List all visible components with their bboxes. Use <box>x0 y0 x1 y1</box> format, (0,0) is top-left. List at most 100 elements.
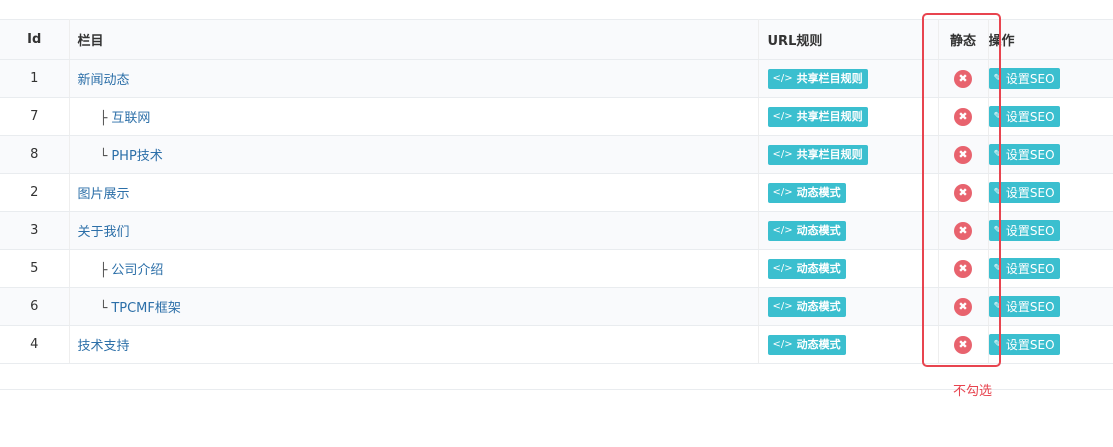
static-disabled-icon[interactable]: ✖ <box>954 259 972 278</box>
url-rule-label: 共享栏目规则 <box>796 109 863 123</box>
tree-branch-icon: └ <box>99 301 108 316</box>
cell-url-rule: </> 动态模式 <box>758 173 939 212</box>
code-icon: </> <box>772 338 793 350</box>
url-rule-label: 动态模式 <box>796 261 841 275</box>
table-row: 7 ├ 互联网 </> 共享栏目规则 ✖ ✎ 设置SEO <box>0 97 1113 136</box>
cell-id: 8 <box>0 135 70 174</box>
tree-branch-icon: ├ <box>99 111 108 126</box>
set-seo-button[interactable]: ✎ 设置SEO <box>988 182 1060 203</box>
cell-url-rule: </> 动态模式 <box>758 287 939 326</box>
category-link[interactable]: PHP技术 <box>111 149 162 164</box>
header-static: 静态 <box>938 19 989 60</box>
edit-icon: ✎ <box>993 148 1002 160</box>
tree-branch-icon: └ <box>99 149 108 164</box>
category-link[interactable]: TPCMF框架 <box>111 301 181 316</box>
cell-operation: ✎ 设置SEO <box>988 97 1113 136</box>
cell-category: 图片展示 <box>69 173 759 212</box>
url-rule-button[interactable]: </> 动态模式 <box>767 182 846 203</box>
url-rule-button[interactable]: </> 共享栏目规则 <box>767 106 868 127</box>
url-rule-label: 动态模式 <box>796 223 841 237</box>
cell-category: 技术支持 <box>69 325 759 364</box>
url-rule-button[interactable]: </> 共享栏目规则 <box>767 144 868 165</box>
header-category: 栏目 <box>69 19 759 60</box>
code-icon: </> <box>772 262 793 274</box>
url-rule-button[interactable]: </> 动态模式 <box>767 334 846 355</box>
set-seo-button[interactable]: ✎ 设置SEO <box>988 144 1060 165</box>
set-seo-label: 设置SEO <box>1005 71 1055 86</box>
edit-icon: ✎ <box>993 110 1002 122</box>
edit-icon: ✎ <box>993 186 1002 198</box>
static-disabled-icon[interactable]: ✖ <box>954 145 972 164</box>
cell-operation: ✎ 设置SEO <box>988 211 1113 250</box>
code-icon: </> <box>772 300 793 312</box>
cell-static: ✖ <box>938 249 989 288</box>
code-icon: </> <box>772 110 793 122</box>
set-seo-button[interactable]: ✎ 设置SEO <box>988 106 1060 127</box>
static-disabled-icon[interactable]: ✖ <box>954 69 972 88</box>
cell-url-rule: </> 动态模式 <box>758 211 939 250</box>
url-rule-label: 共享栏目规则 <box>796 71 863 85</box>
url-rule-button[interactable]: </> 动态模式 <box>767 296 846 317</box>
cell-url-rule: </> 动态模式 <box>758 325 939 364</box>
category-link[interactable]: 新闻动态 <box>78 73 130 88</box>
table-row: 6 └ TPCMF框架 </> 动态模式 ✖ ✎ 设置SEO <box>0 287 1113 326</box>
static-disabled-icon[interactable]: ✖ <box>954 297 972 316</box>
cell-operation: ✎ 设置SEO <box>988 249 1113 288</box>
cell-id: 6 <box>0 287 70 326</box>
set-seo-button[interactable]: ✎ 设置SEO <box>988 334 1060 355</box>
code-icon: </> <box>772 72 793 84</box>
cell-url-rule: </> 动态模式 <box>758 249 939 288</box>
category-link[interactable]: 图片展示 <box>78 187 130 202</box>
cell-category: ├ 公司介绍 <box>69 249 759 288</box>
edit-icon: ✎ <box>993 338 1002 350</box>
edit-icon: ✎ <box>993 224 1002 236</box>
static-disabled-icon[interactable]: ✖ <box>954 335 972 354</box>
cell-url-rule: </> 共享栏目规则 <box>758 135 939 174</box>
set-seo-label: 设置SEO <box>1005 223 1055 238</box>
static-disabled-icon[interactable]: ✖ <box>954 107 972 126</box>
cell-url-rule: </> 共享栏目规则 <box>758 97 939 136</box>
cell-id: 3 <box>0 211 70 250</box>
category-link[interactable]: 公司介绍 <box>111 263 163 278</box>
cell-category: ├ 互联网 <box>69 97 759 136</box>
cell-operation: ✎ 设置SEO <box>988 287 1113 326</box>
set-seo-label: 设置SEO <box>1005 109 1055 124</box>
table-row: 4 技术支持 </> 动态模式 ✖ ✎ 设置SEO <box>0 325 1113 364</box>
header-operation: 操作 <box>988 19 1113 60</box>
url-rule-button[interactable]: </> 共享栏目规则 <box>767 68 868 89</box>
set-seo-button[interactable]: ✎ 设置SEO <box>988 220 1060 241</box>
set-seo-label: 设置SEO <box>1005 299 1055 314</box>
cell-static: ✖ <box>938 59 989 98</box>
cell-static: ✖ <box>938 211 989 250</box>
table-row: 1 新闻动态 </> 共享栏目规则 ✖ ✎ 设置SEO <box>0 59 1113 98</box>
tree-branch-icon: ├ <box>99 263 108 278</box>
category-url-settings-page: Id 栏目 URL规则 静态 操作 1 新闻动态 </> 共享栏目规则 ✖ ✎ 设置SEO 7… <box>0 0 1113 447</box>
code-icon: </> <box>772 148 793 160</box>
category-link[interactable]: 技术支持 <box>78 339 130 354</box>
url-rule-button[interactable]: </> 动态模式 <box>767 258 846 279</box>
url-rule-label: 动态模式 <box>796 299 841 313</box>
code-icon: </> <box>772 224 793 236</box>
cell-category: └ TPCMF框架 <box>69 287 759 326</box>
table-header-row: Id 栏目 URL规则 静态 操作 <box>0 19 1113 60</box>
table-footer-divider <box>0 389 1113 390</box>
cell-id: 4 <box>0 325 70 364</box>
category-link[interactable]: 互联网 <box>111 111 150 126</box>
edit-icon: ✎ <box>993 300 1002 312</box>
cell-category: 新闻动态 <box>69 59 759 98</box>
category-table: Id 栏目 URL规则 静态 操作 1 新闻动态 </> 共享栏目规则 ✖ ✎ 设置SEO 7… <box>0 19 1113 364</box>
static-disabled-icon[interactable]: ✖ <box>954 183 972 202</box>
set-seo-button[interactable]: ✎ 设置SEO <box>988 296 1060 317</box>
table-body: 1 新闻动态 </> 共享栏目规则 ✖ ✎ 设置SEO 7 ├ 互联网 </> 共享栏目规则 ✖ ✎ 设置S… <box>0 59 1113 364</box>
static-disabled-icon[interactable]: ✖ <box>954 221 972 240</box>
category-link[interactable]: 关于我们 <box>78 225 130 240</box>
table-row: 3 关于我们 </> 动态模式 ✖ ✎ 设置SEO <box>0 211 1113 250</box>
annotation-label: 不勾选 <box>953 384 993 399</box>
cell-category: └ PHP技术 <box>69 135 759 174</box>
table-row: 2 图片展示 </> 动态模式 ✖ ✎ 设置SEO <box>0 173 1113 212</box>
set-seo-button[interactable]: ✎ 设置SEO <box>988 68 1060 89</box>
set-seo-button[interactable]: ✎ 设置SEO <box>988 258 1060 279</box>
cell-url-rule: </> 共享栏目规则 <box>758 59 939 98</box>
url-rule-button[interactable]: </> 动态模式 <box>767 220 846 241</box>
cell-id: 2 <box>0 173 70 212</box>
